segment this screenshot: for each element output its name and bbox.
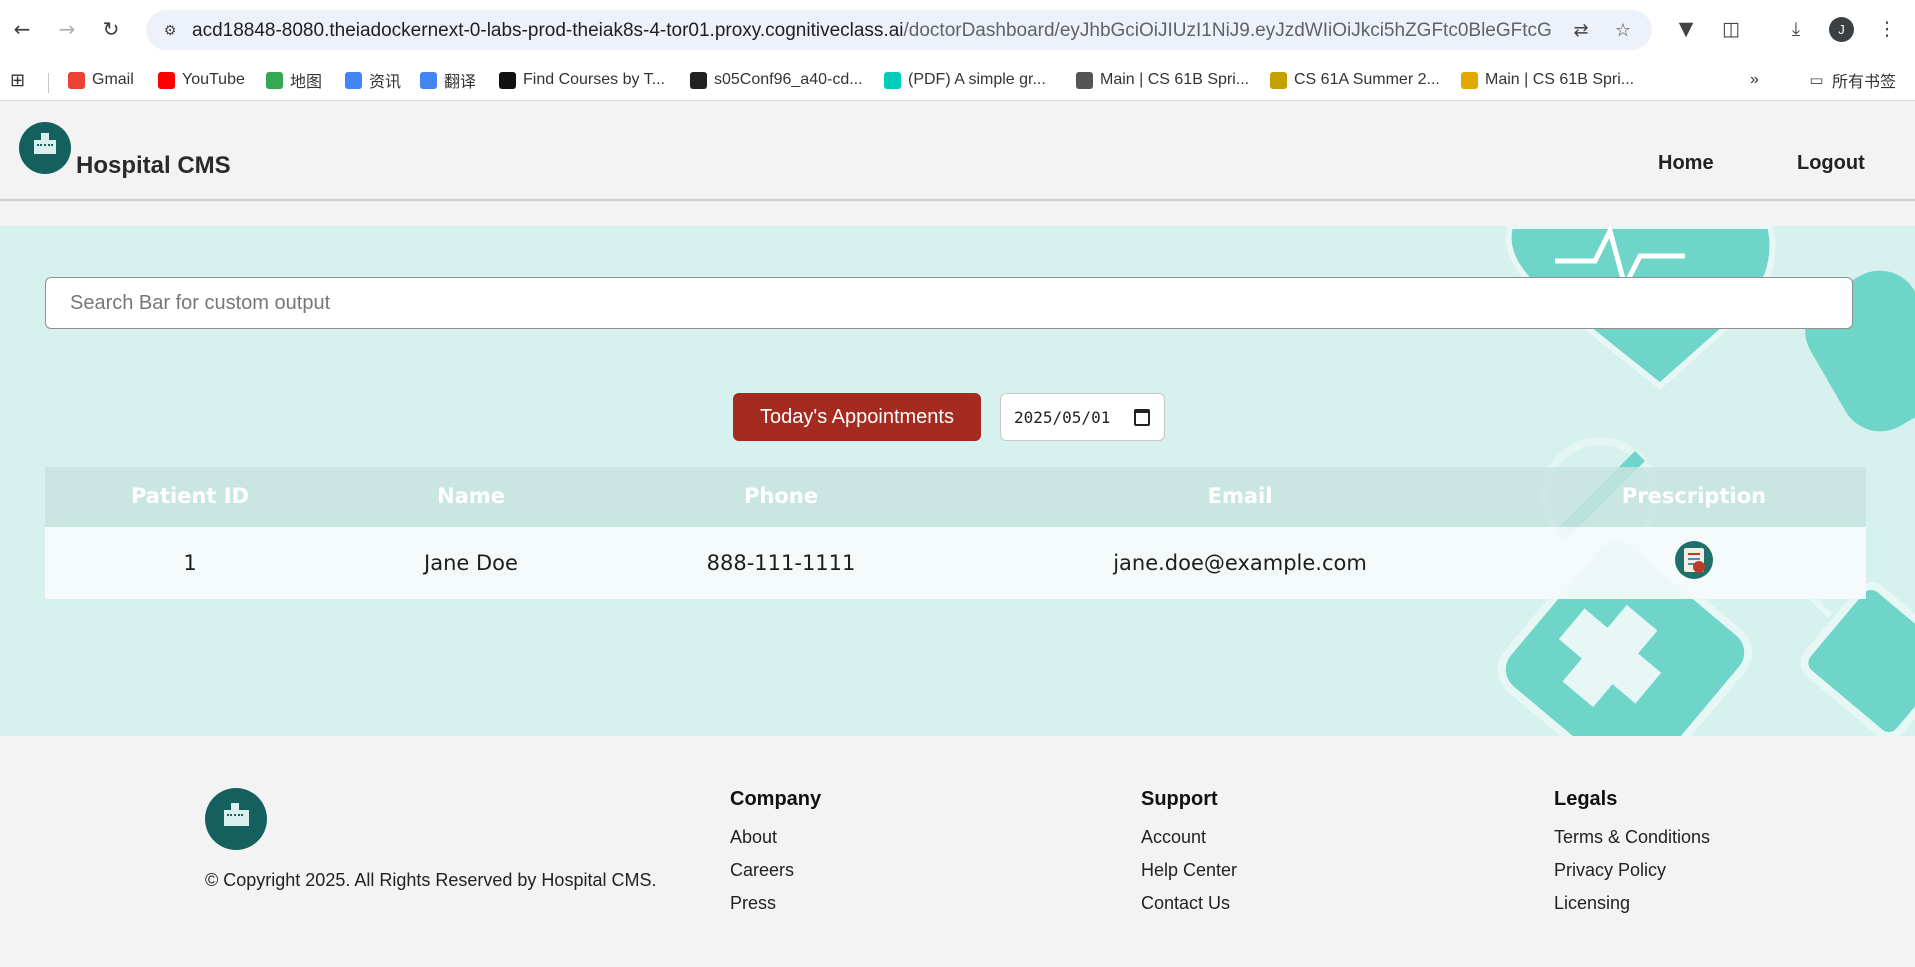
- footer-heading: Company: [730, 788, 822, 810]
- bookmark-label: 资讯: [369, 74, 402, 91]
- table-row: 1 Jane Doe 888-111-1111 jane.doe@example…: [45, 527, 1866, 599]
- menu-icon[interactable]: ⋮: [1875, 17, 1899, 41]
- emoji-icon: [1461, 71, 1478, 89]
- more-bookmarks-icon[interactable]: »: [1750, 69, 1759, 91]
- bookmark-item[interactable]: Gmail: [68, 69, 134, 91]
- reload-icon[interactable]: ↻: [99, 17, 123, 41]
- back-icon[interactable]: ←: [10, 17, 34, 41]
- site-footer: © Copyright 2025. All Rights Reserved by…: [0, 736, 1915, 967]
- news-icon: [345, 71, 362, 89]
- column-header-prescription: Prescription: [1621, 484, 1767, 508]
- column-header-patient-id: Patient ID: [130, 484, 250, 508]
- profile-avatar[interactable]: J: [1829, 17, 1854, 42]
- bookmark-item[interactable]: Find Courses by T...: [499, 69, 665, 91]
- prescription-icon[interactable]: [1675, 541, 1713, 579]
- nav-home-link[interactable]: Home: [1658, 152, 1714, 175]
- dashboard-section: Today's Appointments 2025/05/01 Patient …: [0, 226, 1915, 736]
- brand-title[interactable]: Hospital CMS: [76, 152, 231, 180]
- bookmark-item[interactable]: (PDF) A simple gr...: [884, 69, 1046, 91]
- maps-icon: [266, 71, 283, 89]
- footer-link-privacy[interactable]: Privacy Policy: [1554, 860, 1710, 881]
- bookmark-item[interactable]: s05Conf96_a40-cd...: [690, 69, 863, 91]
- url-text[interactable]: acd18848-8080.theiadockernext-0-labs-pro…: [192, 20, 1552, 42]
- site-info-icon[interactable]: ⚙: [160, 20, 180, 40]
- footer-column-legals: Legals Terms & Conditions Privacy Policy…: [1554, 788, 1710, 926]
- bookmark-item[interactable]: 翻译: [420, 69, 476, 91]
- courses-icon: [499, 71, 516, 89]
- browser-toolbar: ← → ↻ ⚙ acd18848-8080.theiadockernext-0-…: [0, 0, 1915, 59]
- bookmark-label: Gmail: [92, 71, 134, 88]
- folder-icon: ▭: [1809, 71, 1824, 89]
- footer-hospital-logo-icon: [205, 788, 267, 850]
- footer-link-account[interactable]: Account: [1141, 827, 1237, 848]
- bookmark-label: CS 61A Summer 2...: [1294, 71, 1440, 88]
- footer-link-careers[interactable]: Careers: [730, 860, 821, 881]
- youtube-icon: [158, 71, 175, 89]
- bookmark-item[interactable]: 地图: [266, 69, 322, 91]
- table-header: Patient ID Name Phone Email Prescription: [45, 467, 1866, 527]
- column-header-name: Name: [437, 484, 505, 508]
- all-bookmarks-folder[interactable]: ▭ 所有书签: [1808, 69, 1896, 92]
- cell-phone: 888-111-1111: [706, 551, 856, 575]
- footer-link-terms[interactable]: Terms & Conditions: [1554, 827, 1710, 848]
- cell-email: jane.doe@example.com: [1113, 551, 1367, 575]
- todays-appointments-button[interactable]: Today's Appointments: [733, 393, 981, 441]
- translate-icon: [420, 71, 437, 89]
- bookmark-item[interactable]: CS 61A Summer 2...: [1270, 69, 1440, 91]
- bookmark-label: 翻译: [444, 74, 477, 91]
- apps-grid-icon[interactable]: ⊞: [10, 69, 25, 91]
- bookmark-label: Main | CS 61B Spri...: [1100, 71, 1250, 88]
- bookmark-item[interactable]: YouTube: [158, 69, 245, 91]
- download-icon[interactable]: ⤓: [1784, 17, 1808, 41]
- bookmark-label: 地图: [290, 74, 323, 91]
- footer-link-press[interactable]: Press: [730, 893, 821, 914]
- bookmark-label: Find Courses by T...: [523, 71, 665, 88]
- column-header-phone: Phone: [744, 484, 818, 508]
- footer-column-company: Company About Careers Press: [730, 788, 821, 926]
- globe-icon: [1076, 71, 1093, 89]
- cell-name: Jane Doe: [424, 551, 518, 575]
- cell-patient-id: 1: [183, 551, 197, 575]
- footer-link-licensing[interactable]: Licensing: [1554, 893, 1710, 914]
- bookmark-label: YouTube: [182, 71, 245, 88]
- copyright-text: © Copyright 2025. All Rights Reserved by…: [205, 870, 657, 890]
- calendar-icon[interactable]: [1134, 409, 1150, 426]
- footer-heading: Legals: [1554, 788, 1618, 810]
- translate-icon[interactable]: ⇄: [1570, 19, 1592, 41]
- bookmark-item[interactable]: 资讯: [345, 69, 401, 91]
- appointment-date-picker[interactable]: 2025/05/01: [1000, 393, 1165, 441]
- site-header: Hospital CMS Home Logout: [0, 102, 1915, 201]
- footer-link-help-center[interactable]: Help Center: [1141, 860, 1237, 881]
- bookmark-item[interactable]: Main | CS 61B Spri...: [1076, 69, 1249, 91]
- berkeley-icon: [1270, 71, 1287, 89]
- address-bar[interactable]: ⚙ acd18848-8080.theiadockernext-0-labs-p…: [146, 10, 1652, 50]
- footer-link-contact-us[interactable]: Contact Us: [1141, 893, 1237, 914]
- search-input[interactable]: [45, 277, 1853, 329]
- extensions-icon[interactable]: ◫: [1719, 17, 1743, 41]
- nav-logout-link[interactable]: Logout: [1797, 152, 1865, 175]
- bookmark-label: s05Conf96_a40-cd...: [714, 71, 863, 88]
- appointments-table: Patient ID Name Phone Email Prescription…: [45, 467, 1866, 599]
- footer-link-about[interactable]: About: [730, 827, 821, 848]
- bookmark-star-icon[interactable]: ☆: [1612, 19, 1634, 41]
- bookmark-label: Main | CS 61B Spri...: [1485, 71, 1635, 88]
- hospital-logo-icon[interactable]: [19, 122, 71, 174]
- bookmark-item[interactable]: Main | CS 61B Spri...: [1461, 69, 1634, 91]
- researchgate-icon: [884, 71, 901, 89]
- gmail-icon: [68, 71, 85, 89]
- github-icon: [690, 71, 707, 89]
- extension-v-icon[interactable]: ▼: [1674, 17, 1698, 41]
- bookmark-label: (PDF) A simple gr...: [908, 71, 1046, 88]
- date-value: 2025/05/01: [1014, 408, 1111, 427]
- column-header-email: Email: [1207, 484, 1273, 508]
- footer-heading: Support: [1141, 788, 1218, 810]
- bookmarks-bar: ⊞ Gmail YouTube 地图 资讯 翻译 Find Courses by T...…: [0, 59, 1915, 101]
- bookmarks-divider: [48, 73, 49, 93]
- footer-column-support: Support Account Help Center Contact Us: [1141, 788, 1237, 926]
- forward-icon[interactable]: →: [55, 17, 79, 41]
